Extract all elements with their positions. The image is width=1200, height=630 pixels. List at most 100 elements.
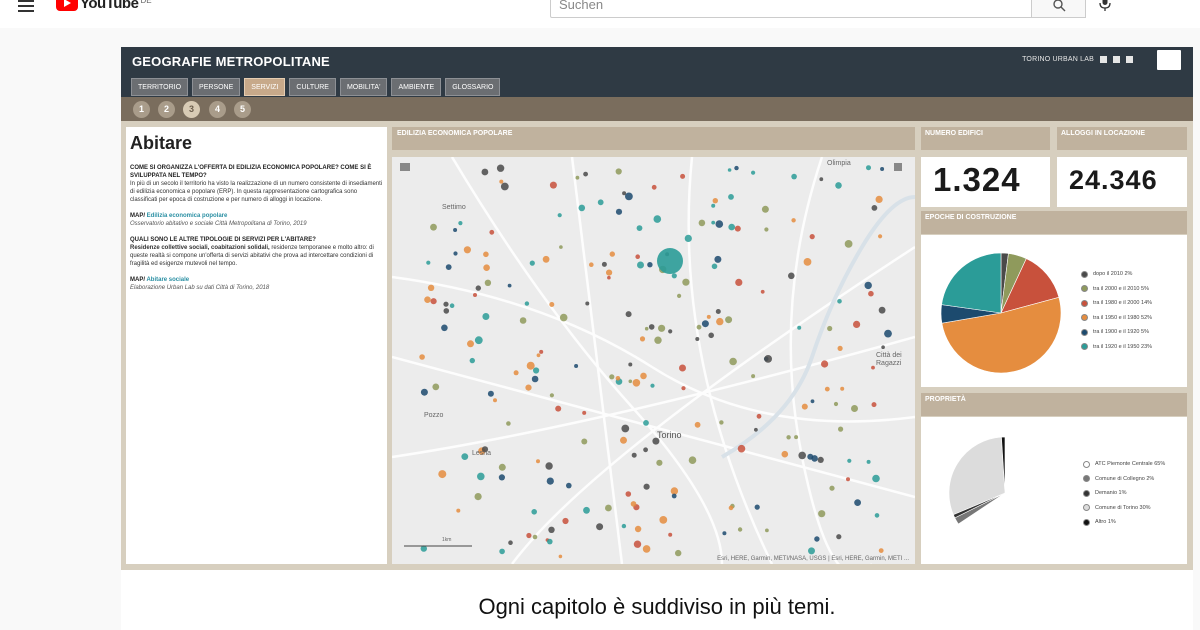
map-marker[interactable] — [419, 354, 425, 360]
map-marker[interactable] — [549, 393, 554, 398]
map-marker[interactable] — [647, 262, 653, 268]
map-marker[interactable] — [715, 220, 724, 228]
map-marker[interactable] — [574, 364, 579, 368]
map-marker[interactable] — [506, 421, 511, 426]
map-marker[interactable] — [659, 516, 668, 524]
map-marker[interactable] — [803, 258, 812, 266]
map-marker[interactable] — [671, 493, 677, 499]
map-marker[interactable] — [606, 269, 613, 276]
map-marker[interactable] — [765, 528, 769, 533]
hamburger-menu-icon[interactable] — [18, 0, 34, 12]
page-button-3[interactable]: 3 — [183, 101, 200, 118]
map-marker[interactable] — [714, 255, 722, 263]
map-marker[interactable] — [854, 499, 861, 506]
map-marker[interactable] — [725, 316, 733, 324]
map-marker[interactable] — [581, 438, 588, 445]
map-marker[interactable] — [884, 329, 892, 338]
map-marker[interactable] — [635, 254, 640, 259]
map-marker[interactable] — [668, 532, 673, 537]
map-marker[interactable] — [866, 165, 871, 171]
map-marker[interactable] — [728, 223, 735, 231]
map-marker[interactable] — [818, 510, 826, 518]
map-marker[interactable] — [524, 301, 530, 306]
map-marker[interactable] — [868, 290, 874, 297]
map-marker[interactable] — [630, 501, 637, 507]
page-button-1[interactable]: 1 — [133, 101, 150, 118]
map-marker[interactable] — [851, 405, 858, 412]
map-marker[interactable] — [531, 509, 537, 515]
map-marker[interactable] — [680, 173, 686, 179]
map-marker[interactable] — [430, 223, 437, 231]
map-marker[interactable] — [456, 508, 461, 513]
search-input[interactable]: Suchen — [550, 0, 1032, 18]
map-marker[interactable] — [477, 472, 485, 481]
map-marker[interactable] — [526, 532, 532, 539]
map-marker[interactable] — [643, 420, 649, 426]
map-marker[interactable] — [688, 456, 697, 465]
map-marker[interactable] — [734, 165, 739, 171]
map-marker[interactable] — [474, 493, 482, 501]
map-marker[interactable] — [728, 505, 734, 511]
map-marker[interactable] — [670, 487, 679, 495]
map-marker[interactable] — [729, 357, 737, 366]
map-marker[interactable] — [443, 301, 449, 307]
map-marker[interactable] — [589, 262, 594, 267]
tab-persone[interactable]: PERSONE — [192, 78, 241, 96]
map-marker[interactable] — [837, 345, 843, 351]
pie-slice[interactable] — [941, 252, 1002, 314]
map-marker[interactable] — [694, 421, 701, 428]
tab-mobilita[interactable]: MOBILITA' — [339, 78, 388, 96]
map-marker[interactable] — [559, 313, 568, 322]
tab-ambiente[interactable]: AMBIENTE — [391, 78, 442, 96]
map-marker[interactable] — [764, 227, 769, 232]
tab-culture[interactable]: CULTURE — [289, 78, 336, 96]
map-marker[interactable] — [786, 435, 791, 440]
microphone-icon[interactable] — [1098, 0, 1112, 12]
map-marker[interactable] — [681, 386, 686, 391]
map-marker[interactable] — [737, 527, 743, 532]
map-marker[interactable] — [708, 332, 714, 339]
map-marker[interactable] — [751, 374, 756, 379]
map-marker[interactable] — [712, 198, 718, 204]
map-marker[interactable] — [781, 450, 789, 458]
map-marker[interactable] — [668, 329, 673, 334]
map-marker[interactable] — [519, 317, 527, 324]
map-marker[interactable] — [642, 545, 651, 553]
map-marker[interactable] — [481, 168, 489, 176]
map-marker[interactable] — [498, 474, 505, 481]
map-marker[interactable] — [639, 336, 646, 342]
map-marker[interactable] — [791, 173, 797, 180]
map-marker[interactable] — [628, 362, 633, 367]
map-marker[interactable] — [445, 264, 452, 270]
map-marker[interactable] — [547, 538, 553, 545]
map-marker[interactable] — [722, 531, 727, 536]
map-marker[interactable] — [648, 324, 655, 330]
map-marker[interactable] — [628, 379, 633, 384]
map-marker[interactable] — [625, 192, 633, 201]
map-marker[interactable] — [498, 463, 506, 471]
map-marker[interactable] — [583, 171, 588, 177]
link-abitare-sociale[interactable]: Abitare sociale — [146, 277, 189, 283]
map-marker[interactable] — [484, 279, 492, 286]
map-marker[interactable] — [671, 273, 677, 279]
link-icon[interactable] — [1126, 56, 1133, 63]
map-marker[interactable] — [605, 504, 612, 512]
map-marker[interactable] — [728, 194, 734, 200]
map-marker[interactable] — [754, 504, 760, 510]
map-marker[interactable] — [493, 398, 497, 403]
map-marker[interactable] — [426, 260, 431, 265]
map-marker[interactable] — [810, 399, 815, 404]
map-marker[interactable] — [871, 402, 877, 408]
map-marker[interactable] — [548, 526, 555, 533]
map-marker[interactable] — [482, 313, 490, 320]
map-marker[interactable] — [625, 311, 632, 318]
map-marker[interactable] — [657, 248, 683, 274]
page-button-2[interactable]: 2 — [158, 101, 175, 118]
map-marker[interactable] — [615, 208, 623, 215]
map-marker[interactable] — [821, 360, 829, 368]
map-marker[interactable] — [878, 234, 883, 239]
search-button[interactable] — [1032, 0, 1086, 18]
map-marker[interactable] — [637, 261, 644, 269]
map-marker[interactable] — [656, 459, 663, 466]
map-marker[interactable] — [555, 405, 562, 412]
